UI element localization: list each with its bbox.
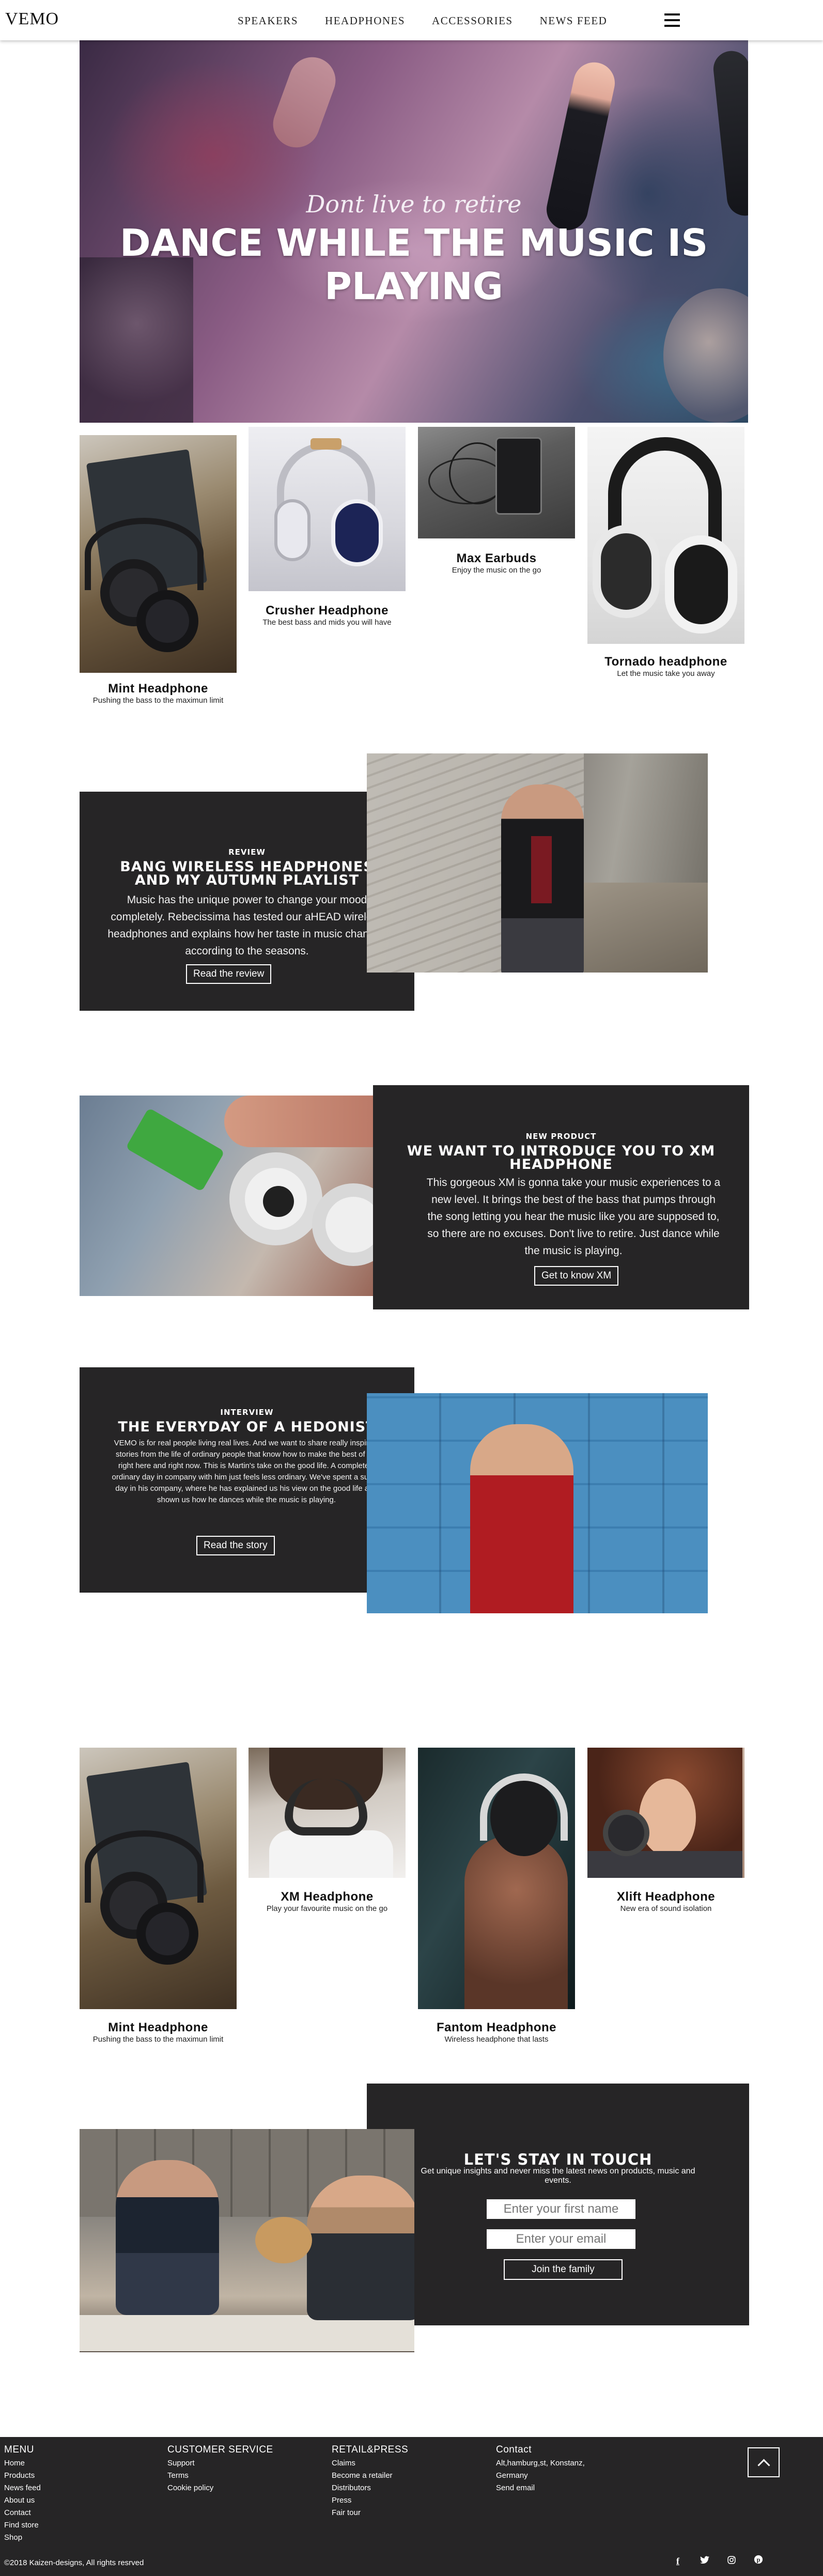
back-to-top-button[interactable] [748, 2447, 780, 2477]
new-product-photo-headphones [80, 1096, 421, 1296]
facebook-icon[interactable]: f [672, 2555, 684, 2567]
read-review-button[interactable]: Read the review [186, 964, 272, 984]
product-description: Play your favourite music on the go [266, 1904, 388, 1913]
product-description: Pushing the bass to the maximun limit [92, 2035, 224, 2044]
footer-link-press[interactable]: Press [332, 2494, 408, 2507]
product-description: The best bass and mids you will have [262, 618, 392, 627]
newsletter-title: LET'S STAY IN TOUCH [463, 2151, 653, 2168]
footer-link-claims[interactable]: Claims [332, 2457, 408, 2470]
footer-link-about-us[interactable]: About us [4, 2494, 41, 2507]
footer: MENU Home Products News feed About us Co… [0, 2437, 823, 2576]
logo[interactable]: VEMO [5, 9, 59, 29]
interview-title: THE EVERYDAY OF A HEDONIST [118, 1419, 376, 1435]
footer-heading: RETAIL&PRESS [332, 2444, 409, 2455]
product-name[interactable]: Fantom Headphone [418, 2020, 575, 2035]
product-image-mint-headphone[interactable] [80, 435, 237, 673]
instagram-icon[interactable] [725, 2555, 738, 2567]
section-kicker: INTERVIEW [220, 1408, 274, 1417]
newsletter-photo-couple-with-dog [80, 2129, 414, 2352]
footer-link-shop[interactable]: Shop [4, 2532, 41, 2544]
interview-body: VEMO is for real people living real live… [112, 1439, 381, 1504]
nav-item-headphones[interactable]: HEADPHONES [325, 14, 405, 27]
product-image-xm-headphone[interactable] [249, 1748, 406, 1878]
footer-link-fair-tour[interactable]: Fair tour [332, 2507, 408, 2519]
product-image-mint-headphone[interactable] [80, 1748, 237, 2009]
review-title-line2: AND MY AUTUMN PLAYLIST [134, 872, 360, 888]
interview-photo-man-red-sweater [367, 1393, 708, 1613]
footer-link-distributors[interactable]: Distributors [332, 2482, 408, 2494]
pinterest-icon[interactable]: p [752, 2555, 765, 2567]
footer-retail-column: RETAIL&PRESS Claims Become a retailer Di… [332, 2444, 408, 2519]
footer-customer-column: CUSTOMER SERVICE Support Terms Cookie po… [167, 2444, 273, 2494]
footer-contact-column: Contact Alt,hamburg,st, Konstanz, German… [496, 2444, 585, 2494]
hamburger-menu-icon[interactable] [664, 13, 680, 27]
product-name[interactable]: Max Earbuds [418, 551, 575, 566]
nav-item-speakers[interactable]: SPEAKERS [238, 14, 298, 27]
product-name[interactable]: Mint Headphone [80, 682, 237, 696]
new-product-title-line2: HEADPHONE [509, 1156, 613, 1173]
section-kicker: NEW PRODUCT [525, 1132, 597, 1141]
product-description: Wireless headphone that lasts [444, 2035, 549, 2044]
nav-item-news-feed[interactable]: NEWS FEED [540, 14, 608, 27]
get-to-know-xm-button[interactable]: Get to know XM [534, 1266, 619, 1286]
footer-link-send-email[interactable]: Send email [496, 2482, 585, 2494]
footer-link-terms[interactable]: Terms [167, 2470, 273, 2482]
newsletter-subtitle-line2: events. [545, 2176, 571, 2185]
svg-text:p: p [756, 2556, 760, 2564]
product-image-max-earbuds[interactable] [418, 427, 575, 538]
footer-link-products[interactable]: Products [4, 2470, 41, 2482]
footer-heading: MENU [4, 2444, 34, 2455]
read-story-button[interactable]: Read the story [196, 1536, 275, 1555]
first-name-input[interactable] [487, 2199, 635, 2219]
product-description: Pushing the bass to the maximun limit [92, 696, 224, 705]
product-image-crusher-headphone[interactable] [249, 427, 406, 591]
top-navigation: VEMO SPEAKERS HEADPHONES ACCESSORIES NEW… [0, 0, 823, 40]
hero-photo-raised-hand [266, 51, 343, 154]
email-input[interactable] [487, 2229, 635, 2249]
footer-address: Alt,hamburg,st, Konstanz, [496, 2459, 585, 2467]
product-name[interactable]: XM Headphone [249, 1890, 406, 1904]
product-image-tornado-headphone[interactable] [587, 427, 744, 644]
review-panel: REVIEW BANG WIRELESS HEADPHONES AND MY A… [80, 792, 414, 1011]
hero-title: DANCE WHILE THE MUSIC IS PLAYING [119, 221, 708, 308]
footer-link-cookie-policy[interactable]: Cookie policy [167, 2482, 273, 2494]
review-body: Music has the unique power to change you… [107, 894, 386, 957]
main-menu: SPEAKERS HEADPHONES ACCESSORIES NEWS FEE… [238, 14, 607, 27]
hero-photo-dancer-right [663, 288, 748, 423]
hero-subtitle: Dont live to retire [306, 190, 522, 218]
new-product-panel: NEW PRODUCT WE WANT TO INTRODUCE YOU TO … [373, 1085, 749, 1309]
footer-country: Germany [496, 2471, 528, 2480]
product-description: New era of sound isolation [620, 1904, 712, 1913]
footer-link-news-feed[interactable]: News feed [4, 2482, 41, 2494]
footer-link-home[interactable]: Home [4, 2457, 41, 2470]
footer-link-contact[interactable]: Contact [4, 2507, 41, 2519]
hero-banner: Dont live to retire DANCE WHILE THE MUSI… [80, 40, 748, 423]
footer-heading: Contact [496, 2444, 532, 2455]
product-name[interactable]: Crusher Headphone [249, 604, 406, 618]
product-description: Let the music take you away [617, 669, 715, 678]
footer-link-support[interactable]: Support [167, 2457, 273, 2470]
copyright: ©2018 Kaizen-designs, All rights resrved [4, 2558, 144, 2567]
twitter-icon[interactable] [698, 2555, 711, 2567]
nav-item-accessories[interactable]: ACCESSORIES [432, 14, 513, 27]
product-name[interactable]: Xlift Headphone [587, 1890, 744, 1904]
footer-link-become-retailer[interactable]: Become a retailer [332, 2470, 408, 2482]
new-product-body: This gorgeous XM is gonna take your musi… [426, 1177, 721, 1257]
product-name[interactable]: Tornado headphone [587, 655, 744, 669]
interview-panel: INTERVIEW THE EVERYDAY OF A HEDONIST VEM… [80, 1367, 414, 1593]
footer-heading: CUSTOMER SERVICE [167, 2444, 273, 2455]
section-kicker: REVIEW [228, 847, 266, 857]
product-image-fantom-headphone[interactable] [418, 1748, 575, 2009]
product-name[interactable]: Mint Headphone [80, 2020, 237, 2035]
product-description: Enjoy the music on the go [452, 566, 541, 575]
product-image-xlift-headphone[interactable] [587, 1748, 744, 1878]
newsletter-panel: LET'S STAY IN TOUCH Get unique insights … [367, 2084, 749, 2325]
newsletter-subtitle-line1: Get unique insights and never miss the l… [421, 2167, 695, 2176]
review-photo-man-leather-jacket [367, 753, 708, 973]
join-the-family-button[interactable]: Join the family [504, 2259, 623, 2280]
footer-link-find-store[interactable]: Find store [4, 2519, 41, 2532]
footer-menu-column: MENU Home Products News feed About us Co… [4, 2444, 41, 2544]
